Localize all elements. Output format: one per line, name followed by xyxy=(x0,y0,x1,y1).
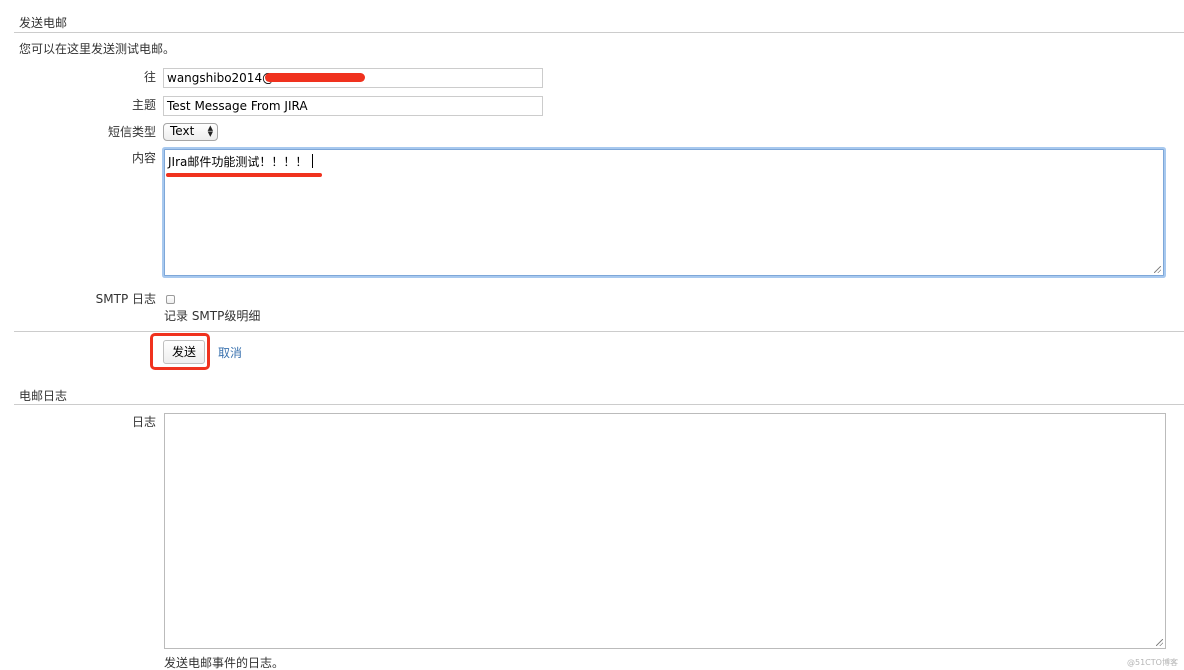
message-type-select[interactable]: Text ▲ ▼ xyxy=(163,123,218,141)
redaction-mark xyxy=(265,73,365,82)
subject-label: 主题 xyxy=(131,98,156,112)
smtp-log-checkbox[interactable] xyxy=(166,295,175,304)
log-help-text: 发送电邮事件的日志。 xyxy=(164,656,285,670)
smtp-log-checkbox-text: 记录 SMTP级明细 xyxy=(164,309,261,323)
body-label: 内容 xyxy=(131,151,156,165)
resize-grip-icon[interactable] xyxy=(1154,266,1161,273)
resize-grip-icon[interactable] xyxy=(1156,639,1163,646)
log-section-divider xyxy=(14,404,1184,405)
text-cursor xyxy=(312,154,314,168)
body-textarea-value: JIra邮件功能测试！！！！ xyxy=(168,155,308,169)
subject-input[interactable]: Test Message From JIRA xyxy=(163,96,543,116)
send-test-email-page: 发送电邮 您可以在这里发送测试电邮。 往 wangshibo2014@ 主题 T… xyxy=(0,0,1184,670)
watermark: @51CTO博客 xyxy=(1127,658,1178,667)
smtp-log-label: SMTP 日志 xyxy=(95,292,156,306)
buttons-divider xyxy=(14,331,1184,332)
log-textarea[interactable] xyxy=(164,413,1166,649)
select-updown-icon: ▲ ▼ xyxy=(207,124,213,138)
message-type-label: 短信类型 xyxy=(107,125,156,139)
subject-input-value: Test Message From JIRA xyxy=(167,99,308,113)
send-email-section-title: 发送电邮 xyxy=(19,16,68,30)
email-log-section-title: 电邮日志 xyxy=(19,389,68,403)
annotation-underline xyxy=(166,173,322,177)
cancel-link[interactable]: 取消 xyxy=(218,344,242,361)
to-input-value: wangshibo2014@ xyxy=(167,71,275,85)
body-textarea[interactable]: JIra邮件功能测试！！！！ xyxy=(164,149,1164,276)
log-label: 日志 xyxy=(131,415,156,429)
message-type-selected-value: Text xyxy=(170,124,195,138)
send-button[interactable]: 发送 xyxy=(163,340,205,364)
to-label: 往 xyxy=(143,70,156,84)
send-email-description: 您可以在这里发送测试电邮。 xyxy=(19,42,176,56)
section-divider xyxy=(14,32,1184,33)
